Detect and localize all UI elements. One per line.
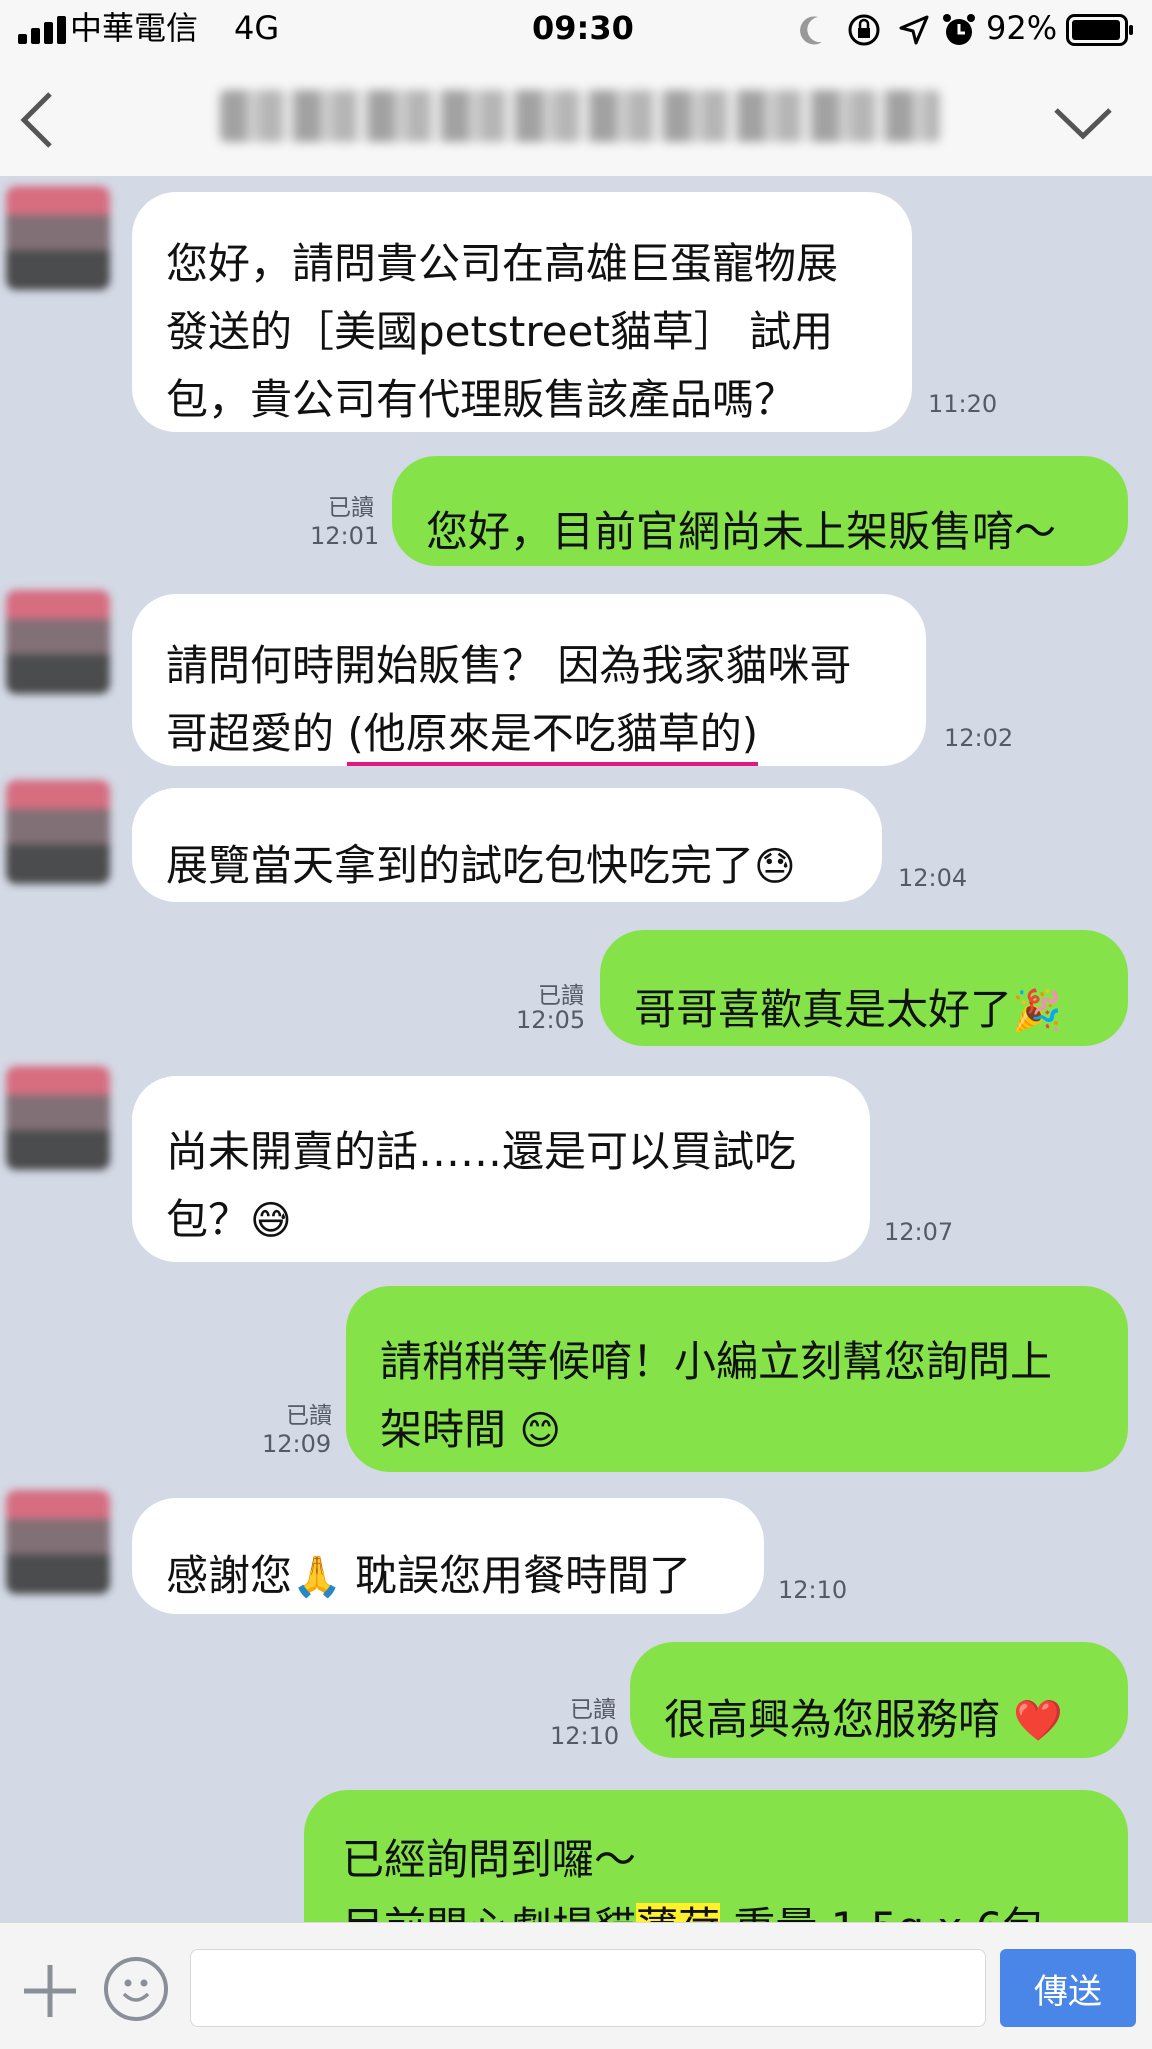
message-text: 哥哥喜歡真是太好了: [634, 985, 1013, 1034]
message-bubble-outgoing[interactable]: 已經詢問到囉～ 目前開心劇場貓薄荷 重量 1.5g x 6包: [304, 1790, 1128, 1922]
message-text: 目前開心劇場貓: [342, 1903, 636, 1922]
message-text: 重量 1.5g x 6包: [720, 1903, 1044, 1922]
network-label: 4G: [234, 9, 280, 47]
avatar[interactable]: [6, 590, 110, 694]
message-text: 發送的［美國petstreet貓草］ 試用: [166, 307, 834, 356]
message-text: 展覽當天拿到的試吃包快吃完了: [166, 841, 755, 890]
highlighted-text: 薄荷: [636, 1903, 721, 1922]
underlined-text: (他原來是不吃貓草的): [347, 709, 759, 766]
rotation-lock-icon: [848, 14, 880, 46]
message-time: 11:20: [928, 390, 998, 418]
battery-icon: [1066, 14, 1133, 46]
message-text: 您好，目前官網尚未上架販售唷～: [426, 507, 1057, 556]
read-receipt: 已讀: [570, 1697, 616, 1723]
clock: 09:30: [532, 9, 634, 47]
battery-percent: 92%: [986, 9, 1058, 47]
grinning-sweat-emoji-icon: 😅: [250, 1198, 292, 1244]
status-bar: 中華電信 4G 09:30 92%: [0, 0, 1152, 60]
message-text: 已經詢問到囉～: [342, 1835, 637, 1884]
message-text: 哥超愛的: [166, 709, 348, 758]
message-text: 尚未開賣的話……還是可以買試吃: [166, 1127, 797, 1176]
chat-title-blurred: [220, 90, 940, 142]
message-bubble-incoming[interactable]: 尚未開賣的話……還是可以買試吃 包？😅: [132, 1076, 870, 1262]
message-bubble-outgoing[interactable]: 哥哥喜歡真是太好了🎉: [600, 930, 1128, 1046]
message-text: 請問何時開始販售？ 因為我家貓咪哥: [166, 641, 852, 690]
message-text: 耽誤您用餐時間了: [341, 1551, 692, 1600]
message-time: 12:04: [898, 864, 968, 892]
location-arrow-icon: [899, 15, 929, 45]
message-input-bar: 傳送: [0, 1922, 1152, 2049]
chevron-left-icon[interactable]: [18, 90, 58, 150]
message-text: 架時間: [380, 1405, 520, 1454]
message-bubble-outgoing[interactable]: 您好，目前官網尚未上架販售唷～: [392, 456, 1128, 566]
message-list[interactable]: 您好，請問貴公司在高雄巨蛋寵物展 發送的［美國petstreet貓草］ 試用 包…: [0, 176, 1152, 1922]
avatar[interactable]: [6, 780, 110, 884]
alarm-clock-icon: [943, 14, 975, 45]
plus-icon[interactable]: [20, 1961, 80, 2021]
message-bubble-incoming[interactable]: 您好，請問貴公司在高雄巨蛋寵物展 發送的［美國petstreet貓草］ 試用 包…: [132, 192, 912, 432]
smiley-icon[interactable]: [104, 1957, 168, 2021]
message-time: 12:05: [516, 1006, 586, 1034]
red-heart-emoji-icon: ❤️: [1013, 1698, 1064, 1744]
avatar[interactable]: [6, 1066, 110, 1170]
message-time: 12:07: [884, 1218, 954, 1246]
message-time: 12:10: [550, 1722, 620, 1750]
read-receipt: 已讀: [538, 983, 584, 1009]
read-receipt: 已讀: [286, 1403, 332, 1429]
chat-header: [0, 60, 1152, 177]
message-text: 很高興為您服務唷: [664, 1695, 1014, 1744]
send-button[interactable]: 傳送: [1000, 1949, 1136, 2027]
chevron-down-icon[interactable]: [1052, 104, 1114, 142]
sweat-face-emoji-icon: 😓: [754, 844, 796, 890]
avatar[interactable]: [6, 1490, 110, 1594]
party-popper-emoji-icon: 🎉: [1012, 988, 1062, 1034]
avatar[interactable]: [6, 186, 110, 290]
message-bubble-incoming[interactable]: 請問何時開始販售？ 因為我家貓咪哥 哥超愛的 (他原來是不吃貓草的): [132, 594, 926, 766]
message-bubble-incoming[interactable]: 展覽當天拿到的試吃包快吃完了😓: [132, 788, 882, 902]
message-time: 12:09: [262, 1430, 332, 1458]
message-time: 12:10: [778, 1576, 848, 1604]
message-text: 包，貴公司有代理販售該產品嗎？: [166, 375, 797, 424]
message-text: 請稍稍等候唷！小編立刻幫您詢問上: [380, 1337, 1053, 1386]
message-bubble-incoming[interactable]: 感謝您🙏 耽誤您用餐時間了: [132, 1498, 764, 1614]
signal-strength-icon: [18, 16, 70, 44]
message-text: 您好，請問貴公司在高雄巨蛋寵物展: [166, 239, 839, 288]
message-bubble-outgoing[interactable]: 很高興為您服務唷 ❤️: [630, 1642, 1128, 1758]
message-time: 12:01: [310, 522, 380, 550]
smiling-face-emoji-icon: 😊: [519, 1408, 562, 1454]
message-bubble-outgoing[interactable]: 請稍稍等候唷！小編立刻幫您詢問上 架時間 😊: [346, 1286, 1128, 1472]
folded-hands-emoji-icon: 🙏: [292, 1554, 342, 1600]
message-input[interactable]: [190, 1949, 986, 2027]
message-time: 12:02: [944, 724, 1014, 752]
carrier-label: 中華電信: [70, 9, 199, 47]
moon-icon: [800, 16, 822, 45]
message-text: 包？: [166, 1195, 251, 1244]
read-receipt: 已讀: [328, 495, 374, 521]
message-text: 感謝您: [166, 1551, 293, 1600]
